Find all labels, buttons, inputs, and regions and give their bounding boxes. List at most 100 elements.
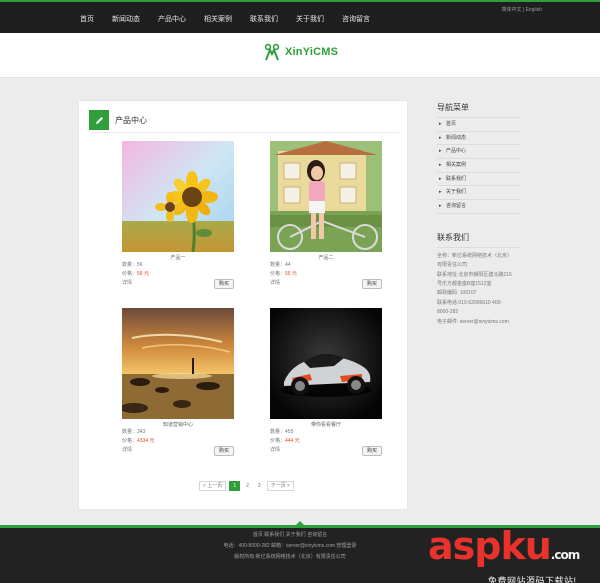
- sidebar-item-message[interactable]: 咨询留言: [437, 200, 521, 214]
- contact-line: 联系电话:010-52006610 400-: [437, 299, 503, 306]
- footer-notch: [295, 521, 305, 526]
- detail-link[interactable]: 详情: [122, 447, 132, 453]
- watermark-asp: asp: [428, 524, 501, 568]
- product-qty-row: 数量：455: [270, 428, 382, 437]
- site-logo[interactable]: XinYiCMS: [263, 43, 338, 61]
- qty-value: 455: [285, 429, 294, 435]
- product-qty-row: 数量：56: [122, 261, 234, 270]
- contact-line: 邮政编码: 100107: [437, 290, 477, 297]
- product-price-row: 价格：55 元: [270, 270, 382, 279]
- price-label: 价格：: [122, 438, 138, 444]
- pagination: < 上一页 1 2 3 下一页 >: [199, 481, 294, 491]
- product-name[interactable]: 产品二: [270, 254, 382, 261]
- aspku-watermark: aspku.com 免费网站源码下载站!: [428, 524, 580, 583]
- product-name[interactable]: 知道营销中心: [122, 421, 234, 428]
- product-card: 带你看看餐厅 数量：455 价格：444 元 详情 购买: [270, 308, 382, 456]
- qty-value: 44: [285, 262, 291, 268]
- price-value: 444 元: [285, 438, 300, 444]
- watermark-ku: ku: [500, 524, 551, 568]
- language-switch: 简体中文 | English: [501, 6, 542, 13]
- product-price-row: 价格：444 元: [270, 437, 382, 446]
- nav-products[interactable]: 产品中心: [158, 14, 186, 24]
- logo-mascot-icon: [264, 43, 280, 61]
- pager-page-1[interactable]: 1: [229, 481, 241, 491]
- product-photo-girl-bicycle[interactable]: [270, 141, 382, 252]
- sidebar-item-about[interactable]: 关于我们: [437, 186, 521, 201]
- price-value: 4334 元: [137, 438, 155, 444]
- qty-value: 343: [137, 429, 146, 435]
- contact-line: 有限责任公司: [437, 262, 468, 269]
- product-name[interactable]: 产品一: [122, 254, 234, 261]
- price-value: 55 元: [285, 271, 297, 277]
- product-price-row: 价格：4334 元: [122, 437, 234, 446]
- buy-button[interactable]: 购买: [361, 446, 382, 456]
- nav-message[interactable]: 咨询留言: [342, 14, 370, 24]
- watermark-com: .com: [550, 548, 580, 562]
- contact-line: 号乐方都金座B座1512室: [437, 281, 492, 288]
- product-photo-sunflower[interactable]: [122, 141, 234, 252]
- pager-page-3[interactable]: 3: [255, 482, 264, 490]
- contact-email[interactable]: 电子邮件: server@xinyicms.com: [437, 318, 521, 327]
- sidebar-item-contact[interactable]: 联系我们: [437, 173, 521, 187]
- product-qty-row: 数量：343: [122, 428, 234, 437]
- product-name[interactable]: 带你看看餐厅: [270, 421, 382, 428]
- pencil-icon: [89, 110, 109, 130]
- contact-line: 全称：新亿系统网络技术（北京）: [437, 252, 513, 259]
- qty-label: 数量：: [122, 262, 138, 268]
- product-photo-sunset-sea[interactable]: [122, 308, 234, 419]
- pager-page-2[interactable]: 2: [243, 482, 252, 490]
- nav-home[interactable]: 首页: [80, 14, 94, 24]
- product-action-row: 详情 购买: [122, 446, 234, 456]
- site-header: XinYiCMS: [0, 33, 600, 78]
- sidebar: 导航菜单 首页 新闻动态 产品中心 相关案例 联系我们 关于我们 咨询留言 联系…: [437, 102, 521, 327]
- watermark-logo: aspku.com: [428, 524, 580, 574]
- pager-next[interactable]: 下一页 >: [266, 481, 294, 491]
- lang-separator: |: [522, 7, 525, 13]
- pager-prev[interactable]: < 上一页: [199, 481, 227, 491]
- sidebar-item-cases[interactable]: 相关案例: [437, 159, 521, 173]
- lang-en-link[interactable]: English: [526, 7, 542, 13]
- watermark-slogan: 免费网站源码下载站!: [488, 576, 577, 583]
- contact-line: 联系地址:北京市朝阳区建北路216: [437, 271, 512, 278]
- qty-label: 数量：: [270, 262, 286, 268]
- nav-news[interactable]: 新闻动态: [112, 14, 140, 24]
- detail-link[interactable]: 详情: [122, 280, 132, 286]
- buy-button[interactable]: 购买: [361, 279, 382, 289]
- buy-button[interactable]: 购买: [213, 446, 234, 456]
- sidebar-nav-list: 首页 新闻动态 产品中心 相关案例 联系我们 关于我们 咨询留言: [437, 117, 521, 214]
- product-card: 产品二 数量：44 价格：55 元 详情 购买: [270, 141, 382, 289]
- sidebar-item-news[interactable]: 新闻动态: [437, 132, 521, 146]
- product-action-row: 详情 购买: [270, 446, 382, 456]
- product-qty-row: 数量：44: [270, 261, 382, 270]
- logo-text: XinYiCMS: [285, 46, 339, 58]
- sidebar-item-home[interactable]: 首页: [437, 118, 521, 132]
- sidebar-contact-title: 联系我们: [437, 232, 521, 248]
- product-action-row: 详情 购买: [122, 279, 234, 289]
- product-photo-sports-car[interactable]: [270, 308, 382, 419]
- qty-label: 数量：: [270, 429, 286, 435]
- detail-link[interactable]: 详情: [270, 280, 280, 286]
- nav-about[interactable]: 关于我们: [296, 14, 324, 24]
- panel-heading: 产品中心: [89, 110, 147, 130]
- contact-info: 全称：新亿系统网络技术（北京） 有限责任公司 联系地址:北京市朝阳区建北路216…: [437, 252, 521, 327]
- lang-cn-link[interactable]: 简体中文: [501, 7, 521, 13]
- sidebar-nav-title: 导航菜单: [437, 103, 469, 112]
- nav-contact[interactable]: 联系我们: [250, 14, 278, 24]
- detail-link[interactable]: 详情: [270, 447, 280, 453]
- sidebar-item-products[interactable]: 产品中心: [437, 145, 521, 160]
- top-nav: 首页 新闻动态 产品中心 相关案例 联系我们 关于我们 咨询留言: [80, 14, 388, 24]
- product-card: 产品一 数量：56 价格：56 元 详情 购买: [122, 141, 234, 289]
- panel-title: 产品中心: [115, 115, 147, 125]
- product-price-row: 价格：56 元: [122, 270, 234, 279]
- product-action-row: 详情 购买: [270, 279, 382, 289]
- product-panel: 产品中心 产品一 数量：56 价格：56 元 详情 购买 产品二 数量：44 价…: [78, 100, 408, 510]
- heading-divider: [89, 132, 399, 133]
- price-label: 价格：: [270, 438, 286, 444]
- qty-value: 56: [137, 262, 143, 268]
- top-bar: 首页 新闻动态 产品中心 相关案例 联系我们 关于我们 咨询留言 简体中文 | …: [0, 0, 600, 33]
- nav-cases[interactable]: 相关案例: [204, 14, 232, 24]
- qty-label: 数量：: [122, 429, 138, 435]
- price-value: 56 元: [137, 271, 149, 277]
- buy-button[interactable]: 购买: [213, 279, 234, 289]
- product-card: 知道营销中心 数量：343 价格：4334 元 详情 购买: [122, 308, 234, 456]
